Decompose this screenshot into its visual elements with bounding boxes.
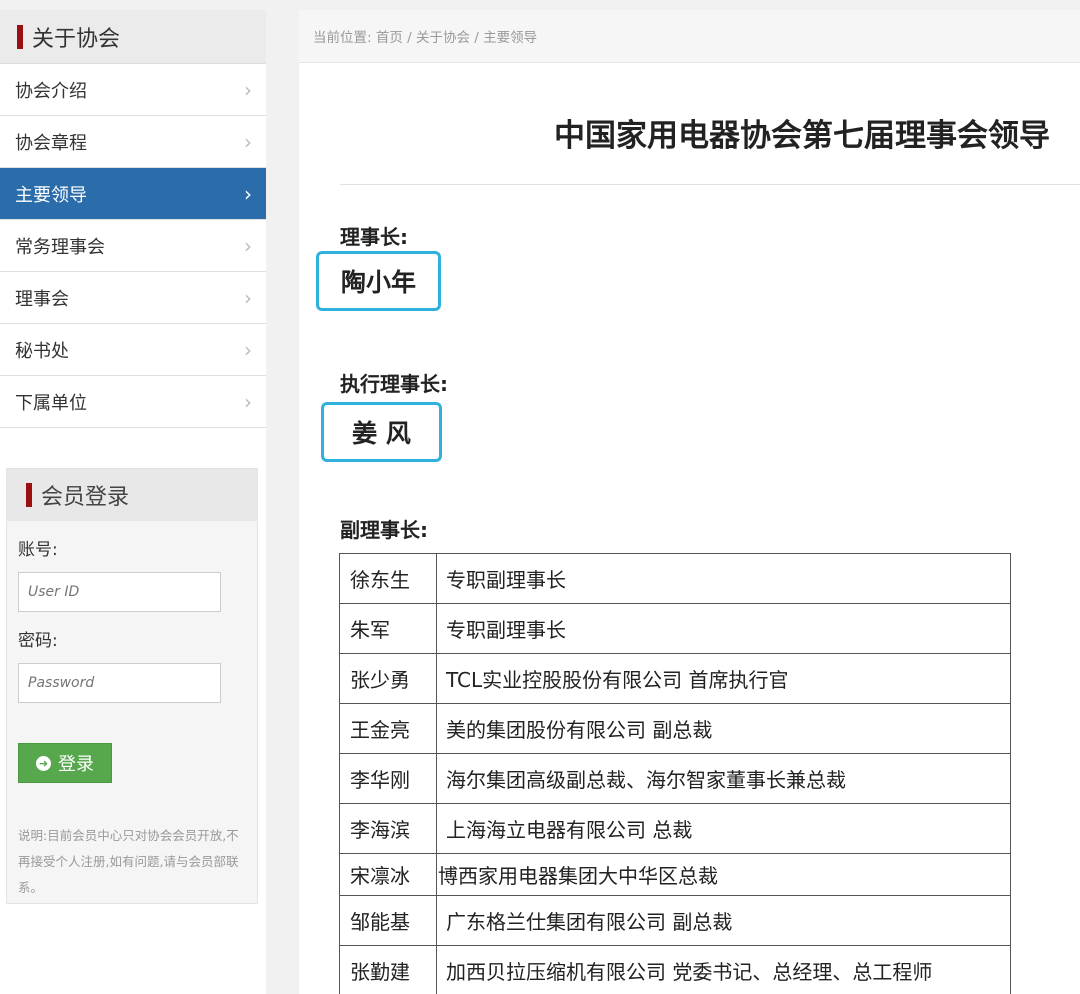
table-row: 王金亮 美的集团股份有限公司 副总裁 [339,703,1011,754]
login-header: 会员登录 [7,469,257,521]
chevron-right-icon: › [244,389,252,414]
vice-position: 上海海立电器有限公司 总裁 [436,803,1011,854]
vice-name: 邹能基 [339,895,437,946]
vice-position: 海尔集团高级副总裁、海尔智家董事长兼总裁 [436,753,1011,804]
chevron-right-icon: › [244,77,252,102]
vice-position: 美的集团股份有限公司 副总裁 [436,703,1011,754]
table-row: 李海滨 上海海立电器有限公司 总裁 [339,803,1011,854]
member-login-panel: 会员登录 账号: 密码: ➜ 登录 说明:目前会员中心只对协会会员开放,不再接受… [6,468,258,904]
red-bar-decoration [26,483,32,507]
table-row: 张勤建 加西贝拉压缩机有限公司 党委书记、总经理、总工程师 [339,945,1011,994]
breadcrumb: 当前位置: 首页 / 关于协会 / 主要领导 [299,10,1080,63]
chairman-name: 陶小年 [316,251,441,311]
sidebar-item-intro[interactable]: 协会介绍 › [0,64,266,116]
account-label: 账号: [18,540,58,560]
sidebar-item-label: 下属单位 [15,392,87,414]
chairman-label: 理事长: [340,225,408,249]
executive-chairman-name: 姜 风 [321,402,442,462]
vice-name: 朱军 [339,603,437,654]
sidebar-item-label: 协会章程 [15,132,87,154]
vice-name: 张勤建 [339,945,437,994]
vice-position: 专职副理事长 [436,553,1011,604]
vice-chairman-label: 副理事长: [340,518,428,542]
vice-name: 张少勇 [339,653,437,704]
password-label: 密码: [18,631,58,651]
vice-name: 王金亮 [339,703,437,754]
vice-position: TCL实业控股股份有限公司 首席执行官 [436,653,1011,704]
page-title: 中国家用电器协会第七届理事会领导 [554,118,1050,154]
user-id-input[interactable] [18,572,221,612]
sidebar-item-subsidiaries[interactable]: 下属单位 › [0,376,266,428]
password-input[interactable] [18,663,221,703]
executive-chairman-label: 执行理事长: [340,372,448,396]
sidebar-item-charter[interactable]: 协会章程 › [0,116,266,168]
chevron-right-icon: › [244,337,252,362]
sidebar-item-secretariat[interactable]: 秘书处 › [0,324,266,376]
sidebar-item-council[interactable]: 理事会 › [0,272,266,324]
table-row: 宋凛冰 博西家用电器集团大中华区总裁 [339,853,1011,896]
vice-name: 宋凛冰 [339,853,437,896]
chevron-right-icon: › [244,129,252,154]
vice-position: 博西家用电器集团大中华区总裁 [436,853,1011,896]
sidebar-item-label: 协会介绍 [15,80,87,102]
login-title: 会员登录 [41,485,130,510]
table-row: 朱军 专职副理事长 [339,603,1011,654]
arrow-right-circle-icon: ➜ [36,755,51,771]
sidebar-title: 关于协会 [32,26,121,52]
vice-chairman-table: 徐东生 专职副理事长 朱军 专职副理事长 张少勇 TCL实业控股股份有限公司 首… [339,553,1011,994]
vice-position: 加西贝拉压缩机有限公司 党委书记、总经理、总工程师 [436,945,1011,994]
chevron-right-icon: › [244,285,252,310]
sidebar-header: 关于协会 [0,10,266,64]
vice-name: 李海滨 [339,803,437,854]
main-content: 当前位置: 首页 / 关于协会 / 主要领导 中国家用电器协会第七届理事会领导 … [299,10,1080,994]
sidebar-item-label: 主要领导 [15,184,87,206]
vice-name: 徐东生 [339,553,437,604]
sidebar-item-leadership[interactable]: 主要领导 › [0,168,266,220]
table-row: 张少勇 TCL实业控股股份有限公司 首席执行官 [339,653,1011,704]
login-button[interactable]: ➜ 登录 [18,743,112,783]
sidebar-item-standing-council[interactable]: 常务理事会 › [0,220,266,272]
sidebar: 关于协会 协会介绍 › 协会章程 › 主要领导 › 常务理事会 › 理事会 › … [0,10,266,994]
vice-position: 专职副理事长 [436,603,1011,654]
chevron-right-icon: › [244,181,252,206]
title-divider [340,184,1080,185]
red-bar-decoration [17,24,23,49]
sidebar-item-label: 理事会 [15,288,69,310]
vice-name: 李华刚 [339,753,437,804]
login-note: 说明:目前会员中心只对协会会员开放,不再接受个人注册,如有问题,请与会员部联系。 [18,828,239,895]
sidebar-item-label: 秘书处 [15,340,69,362]
table-row: 李华刚 海尔集团高级副总裁、海尔智家董事长兼总裁 [339,753,1011,804]
vice-position: 广东格兰仕集团有限公司 副总裁 [436,895,1011,946]
table-row: 徐东生 专职副理事长 [339,553,1011,604]
chevron-right-icon: › [244,233,252,258]
login-button-label: 登录 [58,754,94,775]
table-row: 邹能基 广东格兰仕集团有限公司 副总裁 [339,895,1011,946]
sidebar-item-label: 常务理事会 [15,236,105,258]
